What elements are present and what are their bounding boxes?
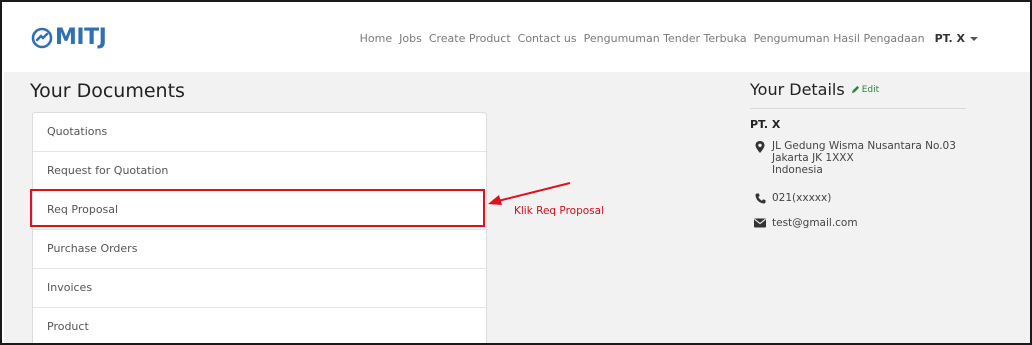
- phone-icon: [754, 192, 766, 204]
- app-frame: MITJ Home Jobs Create Product Contact us…: [0, 0, 1032, 345]
- nav-links: Home Jobs Create Product Contact us Peng…: [353, 32, 978, 45]
- email-row: test@gmail.com: [754, 217, 858, 229]
- doc-item-quotations[interactable]: Quotations: [33, 113, 486, 152]
- edit-label: Edit: [861, 84, 880, 95]
- nav-link-pengumuman-tender-terbuka[interactable]: Pengumuman Tender Terbuka: [584, 32, 747, 45]
- address-line-2: Jakarta JK 1XXX: [772, 152, 854, 164]
- doc-item-invoices[interactable]: Invoices: [33, 269, 486, 308]
- nav-link-create-product[interactable]: Create Product: [429, 32, 511, 45]
- doc-item-purchase-orders[interactable]: Purchase Orders: [33, 230, 486, 269]
- nav-link-jobs[interactable]: Jobs: [399, 32, 422, 45]
- details-title-text: Your Details: [750, 80, 845, 99]
- details-title: Your Details Edit: [750, 80, 879, 99]
- phone-row: 021(xxxxx): [754, 192, 831, 204]
- edit-details-link[interactable]: Edit: [851, 85, 879, 95]
- annotation-text: Klik Req Proposal: [514, 205, 604, 217]
- nav-link-pengumuman-hasil-pengadaan[interactable]: Pengumuman Hasil Pengadaan: [754, 32, 925, 45]
- envelope-icon: [754, 217, 766, 229]
- chevron-down-icon: [970, 36, 978, 41]
- address-line-3: Indonesia: [772, 164, 823, 176]
- nav-link-home[interactable]: Home: [360, 32, 392, 45]
- company-name: PT. X: [750, 118, 781, 131]
- logo-mark-icon: [31, 27, 53, 49]
- address-row: JL Gedung Wisma Nusantara No.03 Jakarta …: [754, 140, 956, 176]
- doc-item-product[interactable]: Product: [33, 308, 486, 343]
- address-block: JL Gedung Wisma Nusantara No.03 Jakarta …: [772, 140, 956, 176]
- main-content: Your Documents Quotations Request for Qu…: [4, 72, 1030, 343]
- email-address: test@gmail.com: [772, 217, 858, 229]
- documents-title: Your Documents: [30, 80, 185, 102]
- user-menu-dropdown[interactable]: PT. X: [935, 32, 978, 45]
- map-marker-icon: [754, 140, 766, 176]
- user-menu-label: PT. X: [934, 32, 965, 45]
- navbar: MITJ Home Jobs Create Product Contact us…: [4, 4, 1030, 72]
- nav-link-contact-us[interactable]: Contact us: [518, 32, 577, 45]
- address-line-1: JL Gedung Wisma Nusantara No.03: [772, 140, 956, 152]
- annotation-highlight-box: [30, 189, 485, 227]
- doc-item-request-for-quotation[interactable]: Request for Quotation: [33, 152, 486, 191]
- pencil-icon: [851, 85, 859, 94]
- brand-logo[interactable]: MITJ: [31, 24, 107, 52]
- phone-number: 021(xxxxx): [772, 192, 832, 204]
- details-divider: [750, 108, 966, 109]
- logo-text: MITJ: [55, 25, 107, 50]
- documents-list: Quotations Request for Quotation Req Pro…: [32, 112, 487, 343]
